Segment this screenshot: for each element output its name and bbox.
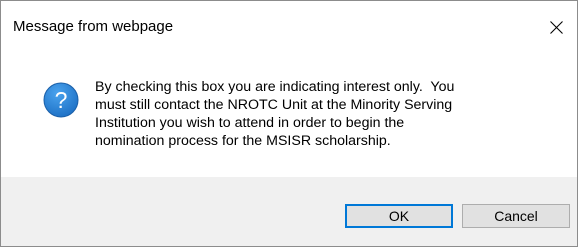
cancel-button[interactable]: Cancel	[462, 204, 570, 228]
ok-button[interactable]: OK	[345, 204, 453, 228]
message-content: ? By checking this box you are indicatin…	[1, 57, 577, 177]
close-icon	[550, 21, 563, 34]
question-icon: ?	[43, 82, 79, 118]
close-button[interactable]	[535, 7, 577, 47]
message-text: By checking this box you are indicating …	[95, 78, 565, 150]
button-bar: OK Cancel	[1, 177, 577, 246]
message-line: nomination process for the MSISR scholar…	[95, 133, 391, 149]
dialog-title: Message from webpage	[13, 18, 174, 35]
message-line: must still contact the NROTC Unit at the…	[95, 97, 453, 113]
title-bar: Message from webpage	[1, 1, 577, 57]
svg-text:?: ?	[55, 87, 68, 113]
message-dialog: Message from webpage ? By checking this …	[0, 0, 578, 247]
message-line: Institution you wish to attend in order …	[95, 115, 405, 131]
message-line: By checking this box you are indicating …	[95, 79, 455, 95]
